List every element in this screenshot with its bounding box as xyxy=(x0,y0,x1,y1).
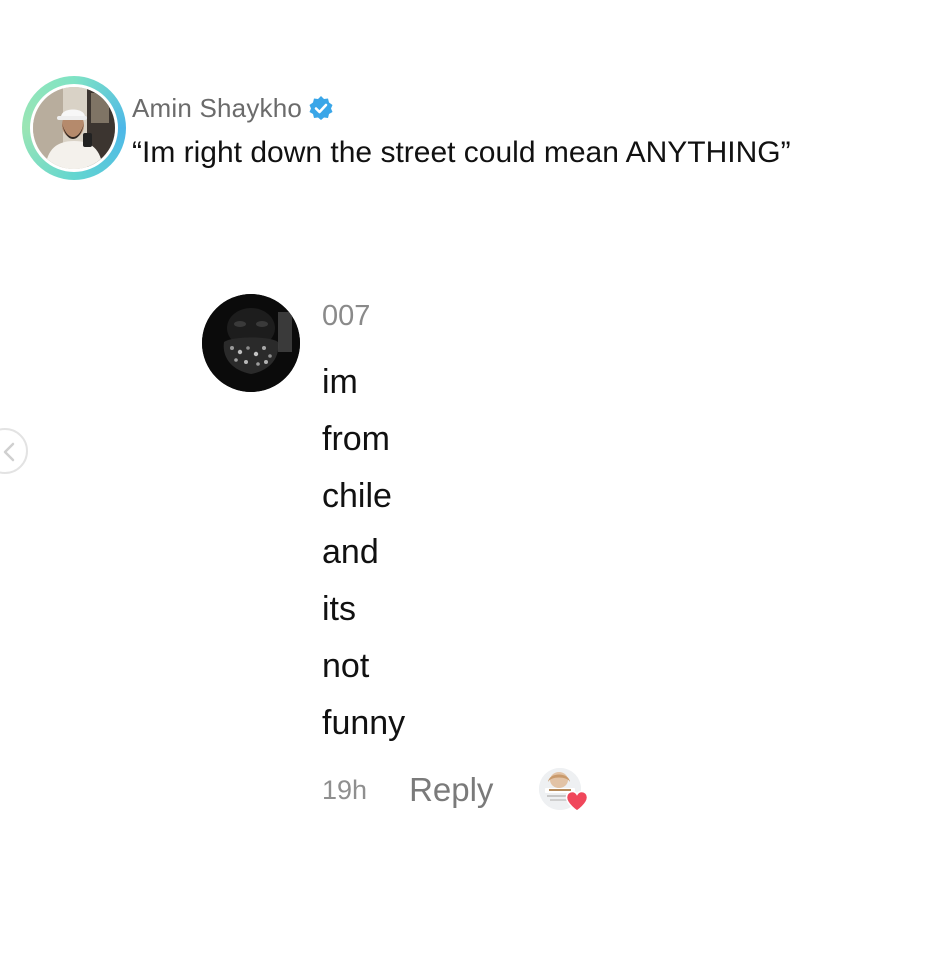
comment-line: its xyxy=(322,590,356,629)
comment-line: and xyxy=(322,533,379,572)
author-avatar[interactable] xyxy=(30,84,118,172)
comment-username[interactable]: 007 xyxy=(322,300,370,333)
comment-line: from xyxy=(322,419,390,458)
post-author-row: Amin Shaykho xyxy=(132,90,334,126)
comment-body: im from chile and its not funny xyxy=(322,354,405,752)
comment-line: chile xyxy=(322,476,392,515)
comment-meta: 19h Reply xyxy=(322,768,589,812)
post-header: Amin Shaykho “Im right down the street c… xyxy=(22,76,922,186)
comment-line: not xyxy=(322,646,370,685)
commenter-avatar[interactable] xyxy=(202,294,300,392)
post-caption: “Im right down the street could mean ANY… xyxy=(132,136,791,169)
previous-slide-button[interactable] xyxy=(0,428,28,474)
comment-timestamp: 19h xyxy=(322,774,368,805)
commenter-photo-icon xyxy=(202,294,300,392)
post-author-name[interactable]: Amin Shaykho xyxy=(132,93,302,124)
comment-line: funny xyxy=(322,703,406,742)
story-ring[interactable] xyxy=(22,76,126,180)
comment-line: im xyxy=(322,363,358,401)
author-photo-icon xyxy=(33,87,115,169)
creator-liked-badge xyxy=(539,768,589,812)
chevron-left-icon xyxy=(3,442,15,462)
heart-icon xyxy=(566,790,589,812)
comment: 007 im from chile and its not funny 19h … xyxy=(202,294,802,834)
reply-button[interactable]: Reply xyxy=(409,771,493,809)
verified-badge-icon xyxy=(309,96,333,120)
